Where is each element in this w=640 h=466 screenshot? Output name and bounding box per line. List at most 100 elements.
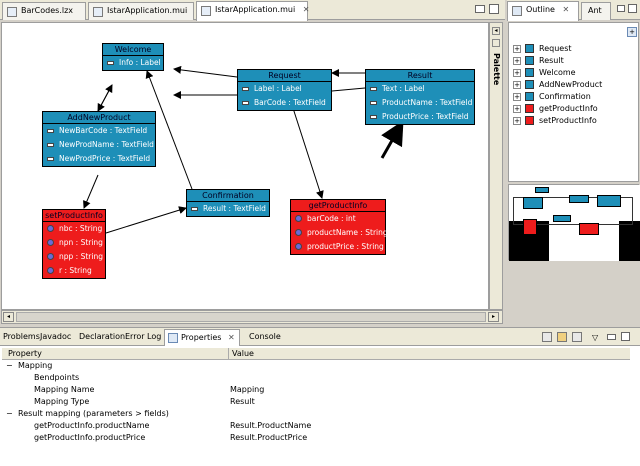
node-welcome[interactable]: Welcome Info : Label — [102, 43, 164, 71]
collapse-icon[interactable]: − — [6, 360, 13, 372]
minimize-icon[interactable] — [607, 334, 616, 340]
node-attribute[interactable]: Text : Label — [366, 82, 474, 96]
expand-icon[interactable]: + — [513, 68, 521, 77]
collapse-icon[interactable]: − — [6, 408, 13, 420]
node-setproductinfo[interactable]: setProductInfo nbc : String npn : String… — [42, 209, 106, 279]
tab-properties[interactable]: Properties ✕ — [164, 329, 240, 346]
minimize-icon[interactable] — [475, 5, 485, 13]
column-divider[interactable] — [228, 348, 229, 360]
maximize-icon[interactable] — [621, 332, 630, 341]
column-header-property[interactable]: Property — [8, 349, 42, 358]
table-row[interactable]: getProductInfo.productPrice Result.Produ… — [2, 432, 630, 444]
table-row[interactable]: − Result mapping (parameters > fields) — [2, 408, 630, 420]
expand-icon[interactable]: + — [513, 56, 521, 65]
expand-icon[interactable]: + — [513, 80, 521, 89]
tab-ant[interactable]: Ant — [581, 2, 611, 20]
node-result[interactable]: Result Text : Label ProductName : TextFi… — [365, 69, 475, 125]
close-icon[interactable]: ✕ — [563, 5, 570, 14]
node-attribute[interactable]: ProductPrice : TextField — [366, 110, 474, 124]
categories-icon[interactable] — [542, 332, 552, 342]
close-icon[interactable]: ✕ — [303, 5, 310, 14]
tab-barcodes-lzx[interactable]: BarCodes.lzx — [2, 2, 86, 20]
scrollbar-thumb[interactable] — [16, 312, 486, 322]
outline-item[interactable]: + Result — [513, 55, 564, 67]
outline-tree[interactable]: + + Request + Result + Welcome + AddNewProdu… — [508, 22, 639, 182]
node-title: Result — [366, 70, 474, 82]
tab-console[interactable]: Console — [249, 332, 281, 341]
outline-item[interactable]: + AddNewProduct — [513, 79, 602, 91]
table-row[interactable]: getProductInfo.productName Result.Produc… — [2, 420, 630, 432]
table-row[interactable]: − Mapping — [2, 360, 630, 372]
property-value[interactable]: Mapping — [230, 384, 264, 396]
mapping-connection[interactable] — [380, 120, 404, 159]
properties-table[interactable]: Property Value − Mapping Bendpoints Mapp… — [2, 348, 630, 444]
expand-all-icon[interactable]: + — [627, 27, 637, 37]
scroll-right-icon[interactable]: ▸ — [488, 312, 499, 322]
filter-icon[interactable] — [557, 332, 567, 342]
tab-outline[interactable]: Outline ✕ — [507, 1, 579, 21]
parameter-icon — [295, 229, 302, 236]
property-value[interactable]: Result.ProductName — [230, 420, 311, 432]
minimize-icon[interactable] — [617, 5, 625, 12]
outline-item[interactable]: + Confirmation — [513, 91, 591, 103]
node-attribute[interactable]: Label : Label — [238, 82, 331, 96]
node-parameter[interactable]: barCode : int — [291, 212, 385, 226]
horizontal-scrollbar[interactable]: ◂ ▸ — [1, 310, 503, 324]
outline-item[interactable]: + setProductInfo — [513, 115, 597, 127]
tab-error-log[interactable]: Error Log — [125, 332, 161, 341]
node-confirmation[interactable]: Confirmation Result : TextField — [186, 189, 270, 217]
node-attribute[interactable]: ProductName : TextField — [366, 96, 474, 110]
node-attribute[interactable]: NewProdName : TextField — [43, 138, 155, 152]
connection[interactable] — [97, 84, 113, 112]
table-row[interactable]: Mapping Name Mapping — [2, 384, 630, 396]
node-attribute[interactable]: NewProdPrice : TextField — [43, 152, 155, 166]
palette-panel[interactable]: ◂ Palette — [489, 22, 503, 310]
close-icon[interactable]: ✕ — [228, 333, 235, 342]
connection[interactable] — [105, 206, 187, 234]
connection[interactable] — [173, 65, 238, 78]
restore-default-icon[interactable] — [572, 332, 582, 342]
node-getproductinfo[interactable]: getProductInfo barCode : int productName… — [290, 199, 388, 255]
outline-item[interactable]: + Welcome — [513, 67, 576, 79]
connection[interactable] — [83, 174, 99, 209]
expand-icon[interactable]: + — [513, 116, 521, 125]
node-request[interactable]: Request Label : Label BarCode : TextFiel… — [237, 69, 332, 111]
tab-problems[interactable]: Problems — [3, 332, 40, 341]
node-attribute[interactable]: Result : TextField — [187, 202, 269, 216]
column-header-value[interactable]: Value — [232, 349, 254, 358]
maximize-icon[interactable] — [489, 4, 499, 14]
node-parameter[interactable]: productPrice : String — [291, 240, 385, 254]
table-row[interactable]: Bendpoints — [2, 372, 630, 384]
view-menu-icon[interactable]: ▽ — [592, 333, 598, 342]
diagram-canvas[interactable]: Welcome Info : Label Request Label : Lab… — [1, 22, 489, 310]
tab-javadoc[interactable]: Javadoc — [40, 332, 71, 341]
node-parameter[interactable]: productName : String — [291, 226, 388, 240]
property-value[interactable]: Result — [230, 396, 255, 408]
node-addnewproduct[interactable]: AddNewProduct NewBarCode : TextField New… — [42, 111, 156, 167]
expand-icon[interactable]: + — [513, 104, 521, 113]
tab-istarapplication-1[interactable]: IstarApplication.mui — [88, 2, 194, 20]
maximize-icon[interactable] — [628, 4, 637, 13]
collapse-icon[interactable]: ◂ — [492, 27, 500, 35]
outline-item[interactable]: + getProductInfo — [513, 103, 598, 115]
tab-istarapplication-active[interactable]: IstarApplication.mui ✕ — [196, 1, 310, 21]
node-parameter[interactable]: nbc : String — [43, 222, 105, 236]
class-icon — [525, 104, 534, 113]
scroll-left-icon[interactable]: ◂ — [3, 312, 14, 322]
expand-icon[interactable]: + — [513, 44, 521, 53]
node-parameter[interactable]: npp : String — [43, 250, 105, 264]
outline-item[interactable]: + Request — [513, 43, 572, 55]
pin-icon[interactable] — [492, 39, 500, 47]
connection[interactable] — [331, 87, 366, 92]
diagram-overview[interactable] — [508, 184, 640, 261]
node-attribute[interactable]: NewBarCode : TextField — [43, 124, 155, 138]
node-parameter[interactable]: r : String — [43, 264, 105, 278]
expand-icon[interactable]: + — [513, 92, 521, 101]
table-row[interactable]: Mapping Type Result — [2, 396, 630, 408]
property-value[interactable]: Result.ProductPrice — [230, 432, 307, 444]
connection[interactable] — [291, 104, 324, 199]
node-attribute[interactable]: Info : Label — [103, 56, 163, 70]
node-attribute[interactable]: BarCode : TextField — [238, 96, 331, 110]
tab-declaration[interactable]: Declaration — [79, 332, 125, 341]
node-parameter[interactable]: npn : String — [43, 236, 105, 250]
